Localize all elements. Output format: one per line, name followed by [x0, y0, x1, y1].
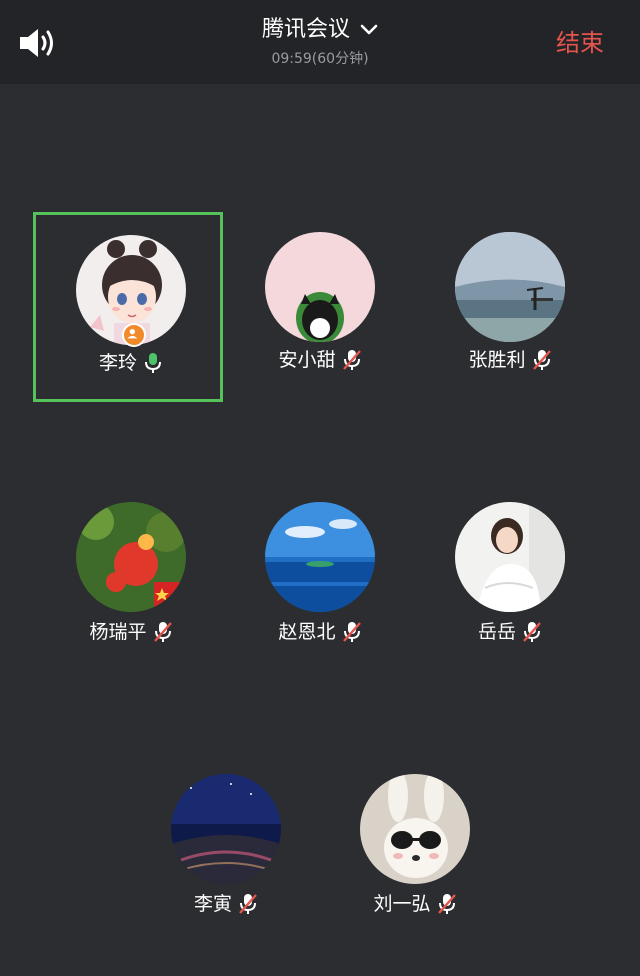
- participant-tile[interactable]: 李玲: [33, 212, 223, 402]
- participant-name-row: 李寅: [131, 892, 321, 916]
- participant-name: 杨瑞平: [89, 621, 147, 643]
- mic-muted-icon: [342, 350, 361, 370]
- meeting-title-area: 腾讯会议 09:59(60分钟): [0, 16, 640, 68]
- mic-muted-icon: [437, 894, 456, 914]
- participant-name-row: 岳岳: [415, 620, 605, 644]
- mic-muted-icon: [153, 622, 172, 642]
- participant-name-row: 杨瑞平: [36, 620, 226, 644]
- meeting-screen: 腾讯会议 09:59(60分钟) 结束 李玲 安小甜 张胜利 杨瑞平 赵恩北 岳…: [0, 0, 640, 976]
- avatar: [265, 502, 375, 612]
- avatar: [171, 774, 281, 884]
- participant-tile[interactable]: 杨瑞平: [36, 484, 226, 674]
- mic-muted-icon: [532, 350, 551, 370]
- mic-muted-icon: [523, 622, 541, 642]
- participant-tile[interactable]: 赵恩北: [225, 484, 415, 674]
- mic-muted-icon: [342, 622, 361, 642]
- meeting-time: 09:59(60分钟): [271, 51, 369, 67]
- participant-name-row: 张胜利: [415, 348, 605, 372]
- participant-name: 张胜利: [468, 349, 526, 371]
- participant-name-row: 赵恩北: [225, 620, 415, 644]
- participant-tile[interactable]: 刘一弘: [320, 756, 510, 946]
- participant-tile[interactable]: 李寅: [131, 756, 321, 946]
- mic-muted-icon: [239, 894, 257, 914]
- meeting-title-dropdown[interactable]: 腾讯会议: [262, 16, 378, 44]
- end-meeting-button[interactable]: 结束: [556, 27, 604, 59]
- avatar: [455, 232, 565, 342]
- participant-name: 赵恩北: [278, 621, 336, 643]
- chevron-down-icon: [360, 24, 378, 35]
- participant-tile[interactable]: 张胜利: [415, 212, 605, 402]
- participant-name-row: 刘一弘: [320, 892, 510, 916]
- participant-tile[interactable]: 岳岳: [415, 484, 605, 674]
- participant-tile[interactable]: 安小甜: [225, 212, 415, 402]
- header-bar: 腾讯会议 09:59(60分钟) 结束: [0, 0, 640, 84]
- meeting-title: 腾讯会议: [261, 17, 350, 42]
- participant-name: 岳岳: [477, 621, 516, 643]
- participant-name: 刘一弘: [373, 893, 431, 915]
- participant-name: 李寅: [193, 893, 232, 915]
- host-badge-icon: [122, 323, 146, 347]
- participant-name: 安小甜: [278, 349, 336, 371]
- avatar: [76, 502, 186, 612]
- mic-on-icon: [145, 353, 161, 373]
- avatar: [455, 502, 565, 612]
- participant-name-row: 安小甜: [225, 348, 415, 372]
- avatar: [265, 232, 375, 342]
- participant-name: 李玲: [98, 352, 137, 374]
- avatar: [360, 774, 470, 884]
- participant-name-row: 李玲: [36, 351, 226, 375]
